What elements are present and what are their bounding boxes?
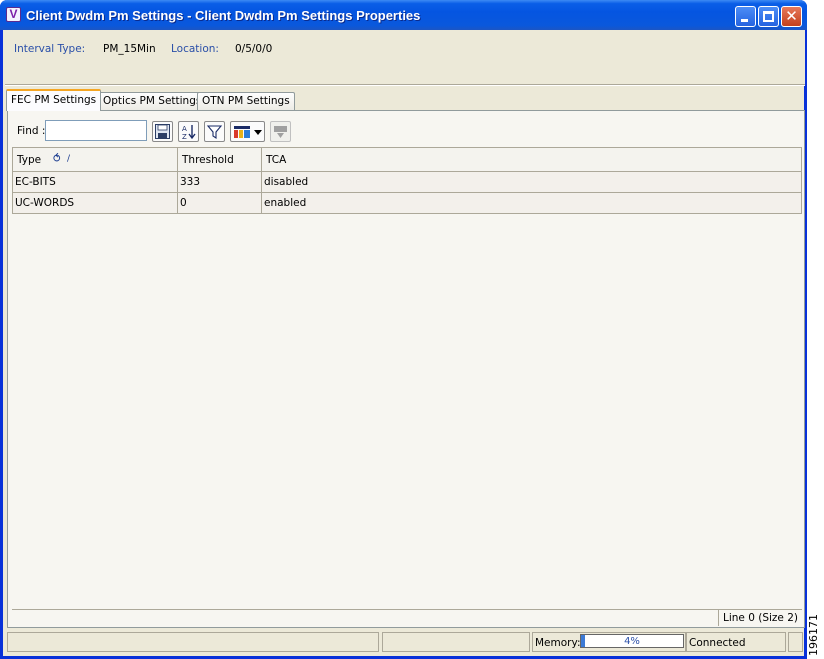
line-count: Line 0 (Size 2)	[717, 610, 802, 626]
column-header-type[interactable]: Type ⥀ /	[13, 148, 178, 171]
export-icon	[274, 126, 287, 138]
app-logo-icon: V	[6, 7, 21, 22]
status-segment-secondary	[382, 632, 530, 652]
column-header-label: Type	[17, 154, 42, 166]
minimize-icon	[741, 19, 748, 22]
fec-pm-settings-panel: Find : A Z Type ⥀ / Threshold TCA EC-BIT…	[7, 110, 805, 628]
window-title: Client Dwdm Pm Settings - Client Dwdm Pm…	[26, 8, 421, 23]
status-bar: Memory: 4% Connected	[5, 630, 805, 656]
table-status-bar: Line 0 (Size 2)	[12, 609, 802, 626]
resize-grip[interactable]	[788, 632, 803, 652]
find-label: Find :	[17, 125, 46, 137]
cell-type: UC-WORDS	[13, 193, 178, 213]
save-table-button[interactable]	[152, 121, 173, 142]
tab-label: FEC PM Settings	[11, 94, 97, 106]
filter-button[interactable]	[204, 121, 225, 142]
sort-indicator: /	[67, 154, 71, 164]
properties-window: V Client Dwdm Pm Settings - Client Dwdm …	[0, 0, 807, 659]
export-button[interactable]	[270, 121, 291, 142]
minimize-button[interactable]	[735, 6, 756, 27]
columns-dropdown-icon	[234, 126, 262, 138]
table-row[interactable]: EC-BITS 333 disabled	[12, 172, 802, 193]
tab-otn-pm-settings[interactable]: OTN PM Settings	[197, 92, 295, 110]
table-row[interactable]: UC-WORDS 0 enabled	[12, 193, 802, 214]
column-header-threshold[interactable]: Threshold	[178, 148, 262, 171]
close-icon: ✕	[785, 7, 798, 25]
maximize-button[interactable]	[758, 6, 779, 27]
memory-progress-fill	[581, 635, 586, 647]
tab-label: Optics PM Settings	[103, 95, 202, 107]
svg-text:A: A	[182, 125, 187, 133]
cell-threshold: 0	[178, 193, 262, 213]
table-empty-area	[12, 214, 802, 609]
memory-progress: 4%	[580, 634, 684, 648]
location-value: 0/5/0/0	[235, 43, 273, 55]
svg-text:Z: Z	[182, 133, 187, 140]
sort-az-icon: A Z	[182, 125, 196, 140]
find-input[interactable]	[45, 120, 147, 141]
header-divider	[5, 84, 805, 86]
column-header-label: Threshold	[182, 154, 234, 166]
title-bar[interactable]: V Client Dwdm Pm Settings - Client Dwdm …	[0, 0, 807, 30]
status-segment-main	[7, 632, 379, 652]
cell-threshold: 333	[178, 172, 262, 192]
figure-id-label: 196171	[807, 614, 820, 656]
memory-label: Memory:	[535, 637, 581, 649]
cell-tca: enabled	[264, 197, 307, 209]
info-panel: Interval Type: PM_15Min Location: 0/5/0/…	[5, 30, 805, 84]
tab-fec-pm-settings[interactable]: FEC PM Settings	[6, 89, 102, 111]
tab-optics-pm-settings[interactable]: Optics PM Settings	[98, 92, 207, 110]
column-header-label: TCA	[266, 154, 287, 166]
interval-type-value: PM_15Min	[103, 43, 156, 55]
connection-segment: Connected	[686, 632, 786, 652]
save-icon	[155, 124, 170, 139]
column-header-tca[interactable]: TCA	[262, 148, 801, 171]
close-button[interactable]: ✕	[781, 6, 802, 27]
table-toolbar: Find : A Z	[12, 117, 802, 143]
connection-status: Connected	[689, 637, 746, 649]
column-chooser-button[interactable]	[230, 121, 265, 142]
maximize-icon	[763, 11, 774, 22]
cell-tca: disabled	[264, 176, 309, 188]
sort-button[interactable]: A Z	[178, 121, 199, 142]
tab-label: OTN PM Settings	[202, 95, 290, 107]
table-header: Type ⥀ / Threshold TCA	[12, 147, 802, 172]
filter-icon	[206, 125, 223, 140]
interval-type-label: Interval Type:	[14, 43, 86, 55]
cell-type: EC-BITS	[13, 172, 178, 192]
sort-refresh-icon: ⥀	[53, 152, 61, 165]
memory-value: 4%	[624, 636, 640, 647]
location-label: Location:	[171, 43, 219, 55]
